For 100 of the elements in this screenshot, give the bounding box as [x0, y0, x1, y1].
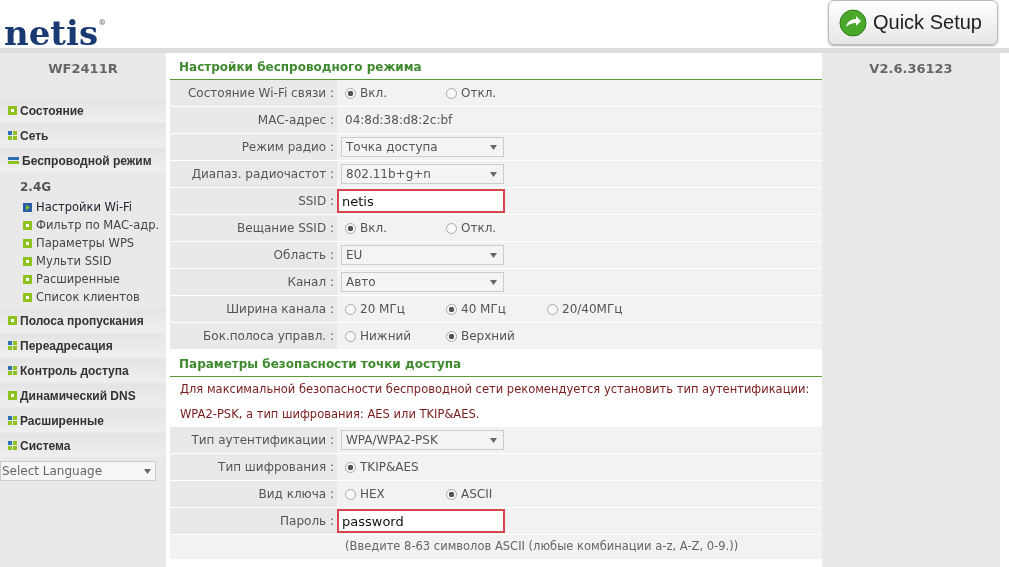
- field-label: Ширина канала :: [170, 296, 337, 322]
- netis-logo: netis$^{®}$: [4, 12, 107, 53]
- plus-square-icon: [23, 238, 32, 248]
- field-label: Состояние Wi-Fi связи :: [170, 80, 337, 106]
- radio-button[interactable]: [345, 488, 356, 500]
- radio-option[interactable]: 20 МГц: [345, 302, 446, 316]
- menu-item[interactable]: Сеть: [0, 124, 166, 147]
- menu-item[interactable]: Переадресация: [0, 334, 166, 357]
- caret-icon: [490, 279, 497, 285]
- plus-square-icon: [23, 256, 32, 266]
- minus-icon: [8, 156, 19, 165]
- radio-option[interactable]: 40 МГц: [446, 302, 547, 316]
- option-label: Откл.: [461, 221, 497, 235]
- field-label: MAC-адрес :: [170, 107, 337, 133]
- submenu-item[interactable]: Расширенные: [0, 270, 166, 288]
- radio-button[interactable]: [446, 222, 457, 234]
- submenu-item[interactable]: Список клиентов: [0, 288, 166, 306]
- plus-square-icon: [8, 106, 17, 115]
- band-heading: 2.4G: [19, 179, 53, 196]
- radio-option[interactable]: Вкл.: [345, 86, 446, 100]
- menu-item[interactable]: Расширенные: [0, 409, 166, 432]
- option-label: Откл.: [461, 86, 497, 100]
- firmware-version: V2.6.36123: [868, 60, 954, 76]
- menu-item[interactable]: Система: [0, 434, 166, 457]
- option-label: 40 МГц: [461, 302, 506, 316]
- play-square-icon: [23, 202, 32, 212]
- option-label: Нижний: [360, 329, 412, 343]
- field-label: SSID :: [170, 188, 337, 214]
- field-label: Бок.полоса управл. :: [170, 323, 337, 349]
- dropdown[interactable]: WPA/WPA2-PSK: [341, 430, 504, 450]
- grid-icon: [8, 366, 17, 375]
- field-label: Область :: [170, 242, 337, 268]
- radio-button[interactable]: [446, 87, 457, 99]
- grid-icon: [8, 341, 17, 350]
- caret-icon: [490, 252, 497, 258]
- field-label: Вещание SSID :: [170, 215, 337, 241]
- radio-button[interactable]: [547, 303, 558, 315]
- radio-option[interactable]: Верхний: [446, 329, 547, 343]
- plus-square-icon: [23, 220, 32, 230]
- option-label: TKIP&AES: [360, 460, 419, 474]
- option-label: Верхний: [461, 329, 515, 343]
- dropdown[interactable]: 802.11b+g+n: [341, 164, 504, 184]
- radio-button[interactable]: [345, 461, 356, 473]
- menu-item[interactable]: Состояние: [0, 99, 166, 122]
- radio-option[interactable]: HEX: [345, 487, 446, 501]
- radio-option[interactable]: Нижний: [345, 329, 446, 343]
- radio-option[interactable]: 20/40МГц: [547, 302, 648, 316]
- grid-icon: [8, 131, 17, 140]
- dropdown[interactable]: Авто: [341, 272, 504, 292]
- field-label: Тип шифрования :: [170, 454, 337, 480]
- plus-square-icon: [23, 274, 32, 284]
- option-label: 20/40МГц: [562, 302, 623, 316]
- radio-option[interactable]: Вкл.: [345, 221, 446, 235]
- radio-button[interactable]: [446, 330, 457, 342]
- menu-item[interactable]: Беспроводной режим: [0, 149, 166, 172]
- submenu-item[interactable]: Настройки Wi-Fi: [0, 198, 166, 216]
- plus-square-icon: [23, 292, 32, 302]
- radio-option[interactable]: Откл.: [446, 86, 547, 100]
- submenu-item[interactable]: Параметры WPS: [0, 234, 166, 252]
- hint-text: (Введите 8-63 символов ASCII (любые комбинации a-z, A-Z, 0-9.)): [345, 539, 739, 553]
- field-label: Диапаз. радиочастот :: [170, 161, 337, 187]
- radio-button[interactable]: [345, 330, 356, 342]
- field-label: Режим радио :: [170, 134, 337, 160]
- option-label: ASCII: [461, 487, 493, 501]
- field-label: Тип аутентификации :: [170, 427, 337, 453]
- caret-icon: [490, 171, 497, 177]
- radio-button[interactable]: [345, 87, 356, 99]
- arrow-circle-icon: [839, 8, 867, 37]
- menu-item[interactable]: Полоса пропускания: [0, 309, 166, 332]
- plus-square-icon: [8, 316, 17, 325]
- model-name: WF2411R: [47, 60, 119, 78]
- caret-icon: [490, 144, 497, 150]
- radio-button[interactable]: [446, 488, 457, 500]
- caret-icon: [490, 437, 497, 443]
- option-label: Вкл.: [360, 221, 387, 235]
- field-value: 04:8d:38:d8:2c:bf: [345, 113, 453, 127]
- dropdown[interactable]: Точка доступа: [341, 137, 504, 157]
- menu-item[interactable]: Контроль доступа: [0, 359, 166, 382]
- input-field[interactable]: password: [337, 509, 505, 533]
- option-label: 20 МГц: [360, 302, 405, 316]
- radio-button[interactable]: [446, 303, 457, 315]
- input-field[interactable]: netis: [337, 189, 505, 213]
- field-label: Пароль :: [170, 508, 337, 534]
- plus-square-icon: [8, 391, 17, 400]
- quick-setup-button[interactable]: Quick Setup: [828, 0, 998, 45]
- radio-option[interactable]: Откл.: [446, 221, 547, 235]
- field-label: Вид ключа :: [170, 481, 337, 507]
- radio-button[interactable]: [345, 303, 356, 315]
- option-label: Вкл.: [360, 86, 387, 100]
- language-select[interactable]: Select Language: [0, 461, 156, 481]
- option-label: HEX: [360, 487, 385, 501]
- radio-option[interactable]: ASCII: [446, 487, 547, 501]
- grid-icon: [8, 416, 17, 425]
- field-label: Канал :: [170, 269, 337, 295]
- radio-button[interactable]: [345, 222, 356, 234]
- dropdown[interactable]: EU: [341, 245, 504, 265]
- radio-option[interactable]: TKIP&AES: [345, 460, 446, 474]
- submenu-item[interactable]: Мульти SSID: [0, 252, 166, 270]
- submenu-item[interactable]: Фильтр по MAC-адр.: [0, 216, 166, 234]
- menu-item[interactable]: Динамический DNS: [0, 384, 166, 407]
